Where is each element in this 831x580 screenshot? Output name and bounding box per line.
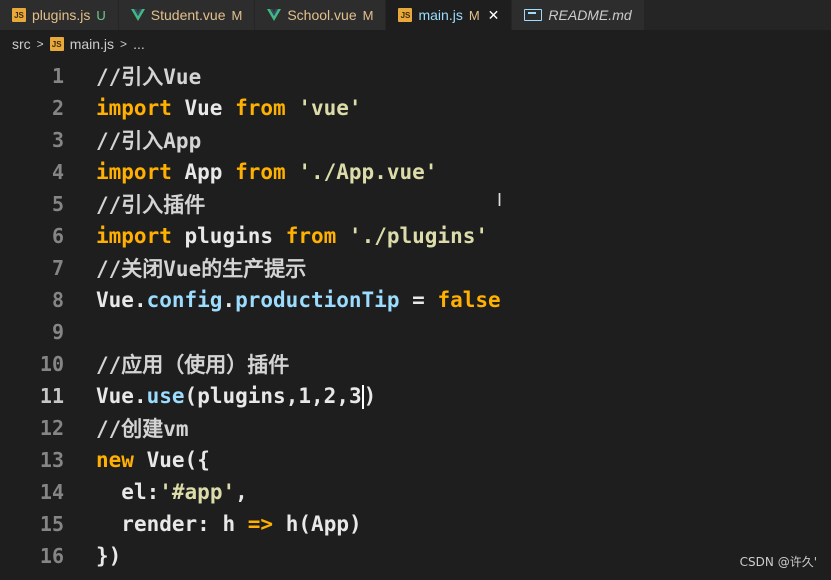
code-line[interactable]: 10 //应用（使用）插件 bbox=[0, 348, 831, 380]
git-status-badge: M bbox=[362, 7, 374, 23]
code-text[interactable]: render: h => h(App) bbox=[96, 512, 361, 536]
code-text[interactable]: //关闭Vue的生产提示 bbox=[96, 253, 306, 283]
code-text[interactable]: }) bbox=[96, 544, 121, 568]
breadcrumb-folder[interactable]: src bbox=[12, 36, 31, 52]
line-number: 15 bbox=[39, 512, 64, 536]
code-line[interactable]: 11 Vue.use(plugins,1,2,3) bbox=[0, 380, 831, 412]
code-line[interactable]: 5 //引入插件 bbox=[0, 188, 831, 220]
line-number: 14 bbox=[39, 480, 64, 504]
git-status-badge: M bbox=[468, 7, 480, 23]
text-cursor-icon: I bbox=[497, 190, 503, 210]
tab-label: School.vue bbox=[287, 7, 357, 23]
tab-label: README.md bbox=[548, 7, 632, 23]
code-text[interactable]: import App from './App.vue' bbox=[96, 160, 437, 184]
js-file-icon: JS bbox=[12, 8, 26, 22]
tab-label: Student.vue bbox=[150, 7, 226, 23]
code-line[interactable]: 7 //关闭Vue的生产提示 bbox=[0, 252, 831, 284]
code-text[interactable]: //引入Vue bbox=[96, 61, 201, 91]
line-number: 1 bbox=[51, 64, 64, 88]
git-status-badge: U bbox=[96, 7, 106, 23]
code-line[interactable]: 6 import plugins from './plugins' bbox=[0, 220, 831, 252]
code-line[interactable]: 16}) bbox=[0, 540, 831, 572]
code-text[interactable]: //应用（使用）插件 bbox=[96, 349, 289, 379]
code-editor[interactable]: 1 //引入Vue 2 import Vue from 'vue' 3 //引入App 4 i… bbox=[0, 58, 831, 580]
line-number: 5 bbox=[51, 192, 64, 216]
line-number: 10 bbox=[39, 352, 64, 376]
line-number: 3 bbox=[51, 128, 64, 152]
code-line[interactable]: 3 //引入App bbox=[0, 124, 831, 156]
js-file-icon: JS bbox=[49, 37, 64, 51]
code-line[interactable]: 2 import Vue from 'vue' bbox=[0, 92, 831, 124]
code-text[interactable]: el:'#app', bbox=[96, 480, 247, 504]
code-line[interactable]: 15 render: h => h(App) bbox=[0, 508, 831, 540]
tab-label: plugins.js bbox=[32, 7, 91, 23]
code-text[interactable]: Vue.use(plugins,1,2,3) bbox=[96, 384, 376, 409]
code-line[interactable]: 8 Vue.config.productionTip = false bbox=[0, 284, 831, 316]
line-number: 2 bbox=[51, 96, 64, 120]
code-text[interactable]: //引入App bbox=[96, 125, 201, 155]
tab-school-vue[interactable]: School.vue M bbox=[255, 0, 387, 30]
breadcrumb-more[interactable]: ... bbox=[133, 36, 145, 52]
breadcrumb-file[interactable]: main.js bbox=[70, 36, 114, 52]
code-line[interactable]: 13 new Vue({ bbox=[0, 444, 831, 476]
tab-label: main.js bbox=[418, 7, 463, 23]
code-line[interactable]: 9 bbox=[0, 316, 831, 348]
code-line[interactable]: 12 //创建vm bbox=[0, 412, 831, 444]
breadcrumb: src > JS main.js > ... bbox=[0, 32, 831, 56]
code-line[interactable]: 14 el:'#app', bbox=[0, 476, 831, 508]
code-text[interactable]: Vue.config.productionTip = false bbox=[96, 288, 501, 312]
tab-plugins-js[interactable]: JS plugins.js U bbox=[0, 0, 119, 30]
line-number: 4 bbox=[51, 160, 64, 184]
code-text[interactable]: //创建vm bbox=[96, 413, 189, 443]
chevron-right-icon: > bbox=[36, 37, 44, 51]
code-text[interactable]: import plugins from './plugins' bbox=[96, 224, 488, 248]
code-line[interactable]: 1 //引入Vue bbox=[0, 60, 831, 92]
line-number: 8 bbox=[51, 288, 64, 312]
line-number: 9 bbox=[51, 320, 64, 344]
editor-tab-bar: JS plugins.js U Student.vue M School.vue… bbox=[0, 0, 831, 30]
code-text[interactable]: //引入插件 bbox=[96, 189, 205, 219]
js-file-icon: JS bbox=[398, 8, 413, 22]
tab-student-vue[interactable]: Student.vue M bbox=[118, 0, 256, 30]
close-icon[interactable]: ✕ bbox=[488, 7, 500, 24]
watermark: CSDN @许久' bbox=[739, 555, 817, 569]
line-number: 16 bbox=[39, 544, 64, 568]
line-number: 12 bbox=[39, 416, 64, 440]
line-number: 13 bbox=[39, 448, 64, 472]
chevron-right-icon: > bbox=[120, 37, 128, 51]
line-number: 7 bbox=[51, 256, 64, 280]
markdown-icon bbox=[524, 9, 543, 21]
line-number: 6 bbox=[51, 224, 64, 248]
code-text[interactable]: new Vue({ bbox=[96, 448, 210, 472]
tab-readme-md[interactable]: README.md bbox=[512, 0, 645, 30]
tab-main-js[interactable]: JS main.js M ✕ bbox=[386, 0, 513, 30]
line-number: 11 bbox=[39, 384, 64, 408]
vue-file-icon bbox=[130, 9, 145, 21]
vue-file-icon bbox=[267, 9, 282, 21]
git-status-badge: M bbox=[231, 7, 243, 23]
code-line[interactable]: 4 import App from './App.vue' bbox=[0, 156, 831, 188]
code-text[interactable]: import Vue from 'vue' bbox=[96, 96, 362, 120]
